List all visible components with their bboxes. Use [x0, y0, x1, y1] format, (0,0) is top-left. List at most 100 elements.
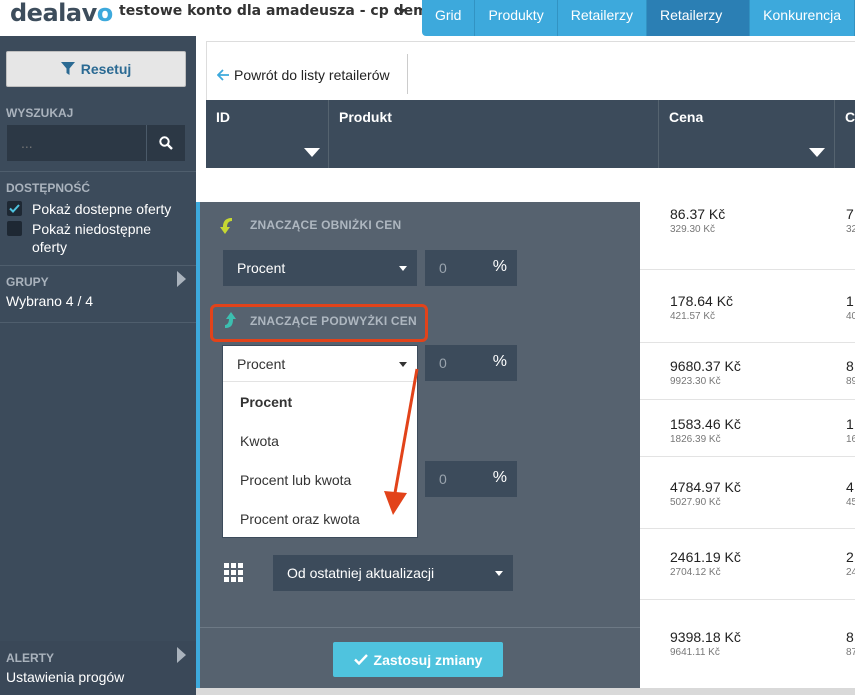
row-divider — [638, 399, 855, 400]
price-value: 2461.19 Kč — [670, 549, 741, 565]
price-cell: 2461.19 Kč 2704.12 Kč — [670, 549, 741, 578]
increase-value: 0 — [439, 355, 447, 371]
check-icon — [353, 654, 368, 665]
sort-caret-icon[interactable] — [809, 148, 825, 157]
available-offers-checkbox[interactable] — [7, 201, 22, 216]
reset-button[interactable]: Resetuj — [6, 51, 186, 87]
divider — [200, 627, 640, 628]
tab-retailerzy-beta[interactable]: Retailerzy (beta) — [646, 0, 751, 53]
dropdown-option-procent-lub-kwota[interactable]: Procent lub kwota — [240, 472, 351, 488]
price-cell: 9680.37 Kč 9923.30 Kč — [670, 358, 741, 387]
chevron-down-icon — [495, 571, 503, 576]
next-value: 8 — [846, 358, 854, 374]
row-divider — [638, 342, 855, 343]
divider — [0, 265, 196, 266]
sort-caret-icon[interactable] — [304, 148, 320, 157]
divider — [407, 54, 408, 94]
divider — [0, 322, 196, 323]
logo[interactable]: dealavo — [10, 0, 113, 26]
price-sub: 9641.11 Kč — [670, 647, 720, 658]
price-cell: 86.37 Kč 329.30 Kč — [670, 206, 725, 235]
chevron-down-icon — [399, 266, 407, 271]
price-sub: 1826.39 Kč — [670, 434, 721, 445]
price-value: 86.37 Kč — [670, 206, 726, 222]
period-value: Od ostatniej aktualizacji — [287, 565, 435, 581]
search-input[interactable] — [7, 125, 146, 161]
dropdown-option-procent-oraz-kwota[interactable]: Procent oraz kwota — [240, 511, 360, 527]
row-divider — [638, 599, 855, 600]
price-sub: 329.30 Kč — [670, 224, 716, 235]
next-cell: 7 32 — [846, 206, 855, 235]
decrease-type-value: Procent — [237, 260, 286, 276]
row-divider — [638, 456, 855, 457]
price-sub: 9923.30 Kč — [670, 376, 721, 387]
chevron-right-icon[interactable] — [177, 271, 186, 287]
dropdown-option-procent[interactable]: Procent — [240, 394, 292, 410]
reset-button-label: Resetuj — [80, 61, 132, 77]
next-value: 1 — [846, 293, 854, 309]
column-header-id[interactable]: ID — [206, 100, 329, 168]
row-divider — [638, 269, 855, 270]
price-sub: 421.57 Kč — [670, 311, 716, 322]
next-sub: 87 — [846, 647, 855, 658]
back-link-label: Powrót do listy retailerów — [234, 67, 390, 83]
available-offers-option[interactable]: Pokaż dostepne oferty — [7, 200, 192, 218]
filter-icon — [60, 62, 75, 75]
chevron-down-icon[interactable] — [398, 9, 406, 14]
column-header-label: Cena — [669, 109, 704, 125]
arrow-left-icon — [217, 69, 229, 81]
calendar-grid-icon — [224, 563, 243, 582]
column-header-cena[interactable]: Cena — [659, 100, 835, 168]
unavailable-offers-option[interactable]: Pokaż niedostępne oferty — [7, 220, 182, 256]
next-value: 8 — [846, 629, 854, 645]
next-sub: 16 — [846, 434, 855, 445]
dropdown-option-kwota[interactable]: Kwota — [240, 433, 279, 449]
tab-retailerzy[interactable]: Retailerzy — [557, 0, 647, 36]
unavailable-offers-checkbox[interactable] — [7, 221, 22, 236]
alerts-section-title: ALERTY — [6, 651, 54, 665]
period-select[interactable]: Od ostatniej aktualizacji — [273, 555, 513, 591]
price-sub: 5027.90 Kč — [670, 497, 721, 508]
search-button[interactable] — [146, 125, 185, 161]
logo-text: dealav — [10, 0, 97, 27]
tab-produkty[interactable]: Produkty — [475, 0, 558, 36]
third-value-input[interactable]: 0% — [425, 461, 517, 497]
groups-section-title: GRUPY — [6, 275, 49, 289]
third-value: 0 — [439, 471, 447, 487]
price-cell: 9398.18 Kč 9641.11 Kč — [670, 629, 741, 658]
back-link[interactable]: Powrót do listy retailerów — [217, 67, 390, 83]
apply-changes-button[interactable]: Zastosuj zmiany — [333, 642, 503, 677]
chevron-right-icon[interactable] — [177, 647, 186, 663]
decrease-value-input[interactable]: 0% — [425, 250, 517, 286]
price-sub: 2704.12 Kč — [670, 567, 721, 578]
price-value: 9398.18 Kč — [670, 629, 741, 645]
next-cell: 4 45 — [846, 479, 855, 508]
annotation-arrow — [384, 368, 419, 515]
price-cell: 4784.97 Kč 5027.90 Kč — [670, 479, 741, 508]
tab-konkurencja[interactable]: Konkurencja — [750, 0, 855, 36]
app-root: { "app": { "logo_main": "dealav", "logo_… — [0, 0, 855, 695]
tab-grid[interactable]: Grid — [422, 0, 476, 36]
availability-section-title: DOSTĘPNOŚĆ — [6, 181, 91, 195]
decrease-type-select[interactable]: Procent — [223, 250, 417, 286]
account-selector[interactable]: testowe konto dla amadeusza - cp demo — [119, 3, 437, 19]
column-header-label: Produkt — [339, 109, 392, 125]
next-cell: 8 87 — [846, 629, 855, 658]
column-header-label: ID — [216, 109, 230, 125]
alerts-value[interactable]: Ustawienia progów — [6, 669, 124, 685]
decrease-section-title: ZNACZĄCE OBNIŻKI CEN — [250, 218, 402, 232]
row-divider — [638, 528, 855, 529]
next-cell: 1 40 — [846, 293, 855, 322]
apply-button-label: Zastosuj zmiany — [373, 651, 483, 668]
top-bar: dealavo testowe konto dla amadeusza - cp… — [0, 0, 855, 53]
next-value: 7 — [846, 206, 854, 222]
next-sub: 32 — [846, 224, 855, 235]
main-tabs: Grid Produkty Retailerzy Retailerzy (bet… — [422, 0, 855, 53]
increase-type-value: Procent — [237, 355, 286, 372]
column-header-c[interactable]: C — [835, 100, 855, 168]
column-header-produkt[interactable]: Produkt — [329, 100, 659, 168]
sidebar: Resetuj WYSZUKAJ DOSTĘPNOŚĆ Pokaż dostep… — [0, 36, 196, 695]
available-offers-label: Pokaż dostepne oferty — [32, 201, 172, 217]
groups-value[interactable]: Wybrano 4 / 4 — [6, 293, 93, 309]
increase-value-input[interactable]: 0% — [425, 345, 517, 381]
